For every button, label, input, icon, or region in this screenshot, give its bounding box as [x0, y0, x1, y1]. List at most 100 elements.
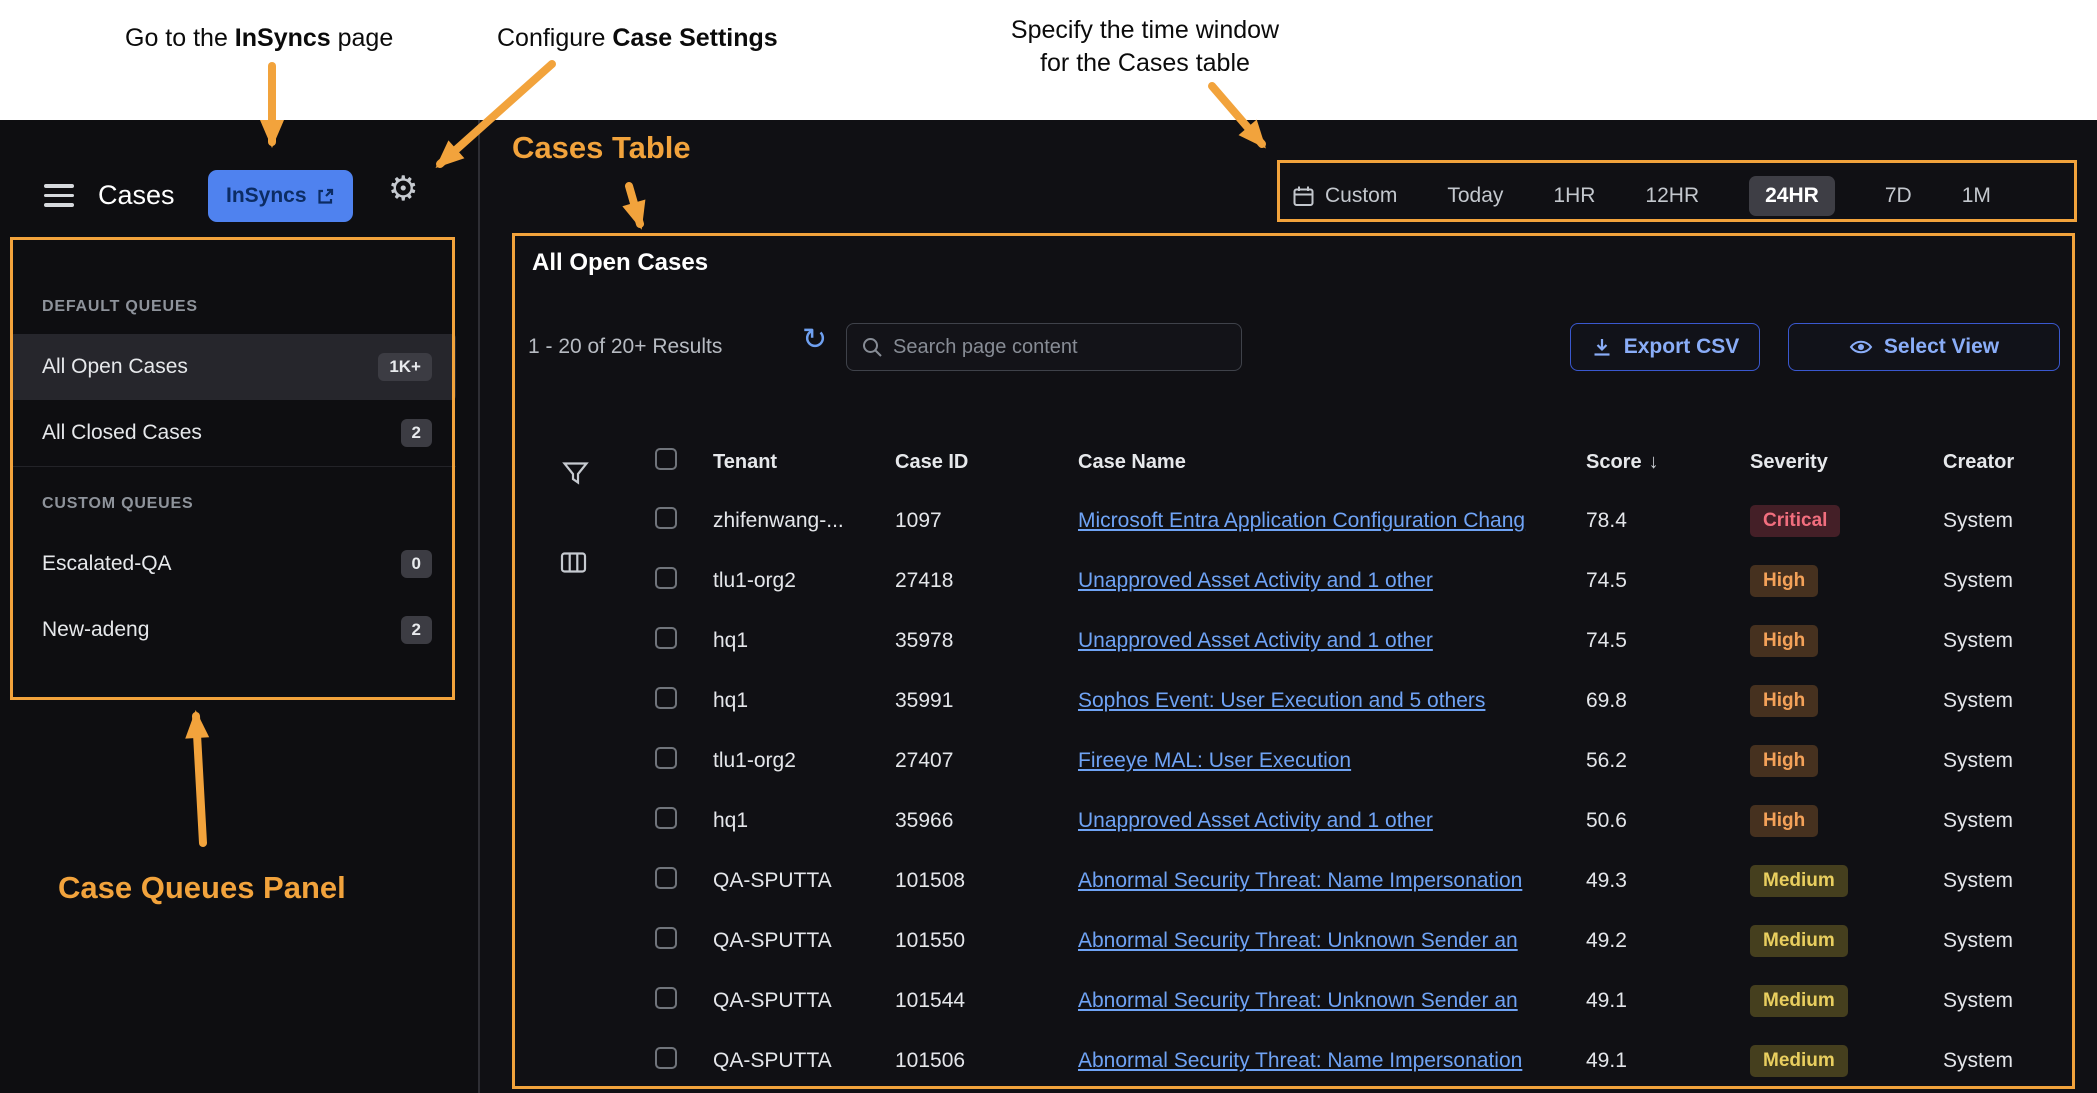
annotation-text-bold: Case Settings [612, 24, 777, 52]
time-option-custom[interactable]: Custom [1292, 184, 1397, 208]
column-header-tenant[interactable]: Tenant [713, 451, 895, 474]
severity-badge: High [1750, 625, 1818, 657]
time-option-1hr[interactable]: 1HR [1553, 184, 1595, 208]
cell-creator: System [1943, 629, 2075, 653]
case-name-link[interactable]: Unapproved Asset Activity and 1 other [1078, 809, 1433, 832]
refresh-icon[interactable]: ↻ [802, 325, 827, 355]
row-checkbox[interactable] [655, 687, 677, 709]
column-header-severity[interactable]: Severity [1750, 451, 1943, 474]
time-option-label: Custom [1325, 184, 1397, 208]
table-row: tlu1-org2 27407 Fireeye MAL: User Execut… [512, 731, 2075, 791]
export-csv-label: Export CSV [1624, 335, 1740, 359]
case-queues-sidebar: Cases InSyncs ⚙ DEFAULT QUEUESAll Open C… [0, 120, 480, 1093]
cell-tenant: tlu1-org2 [713, 749, 895, 773]
time-option-1m[interactable]: 1M [1962, 184, 1991, 208]
table-title: All Open Cases [532, 249, 708, 277]
cell-creator: System [1943, 689, 2075, 713]
row-checkbox[interactable] [655, 567, 677, 589]
time-option-label: 24HR [1765, 184, 1819, 208]
time-option-24hr[interactable]: 24HR [1749, 176, 1835, 216]
queue-item-escalated-qa[interactable]: Escalated-QA0 [10, 531, 456, 597]
queue-item-label: All Closed Cases [42, 421, 401, 445]
search-icon [861, 336, 883, 358]
case-name-link[interactable]: Abnormal Security Threat: Unknown Sender… [1078, 989, 1518, 1012]
annotation-text-bold: InSyncs [235, 24, 331, 52]
case-name-link[interactable]: Unapproved Asset Activity and 1 other [1078, 629, 1433, 652]
annotation-text: for the Cases table [960, 47, 1330, 80]
cell-creator: System [1943, 869, 2075, 893]
column-header-score[interactable]: Score↓ [1586, 451, 1750, 474]
table-header-row: Tenant Case ID Case Name Score↓ Severity… [512, 439, 2075, 485]
queue-count-badge: 0 [401, 550, 432, 578]
queue-item-new-adeng[interactable]: New-adeng2 [10, 597, 456, 663]
cell-case-id: 27418 [895, 569, 1078, 593]
cell-case-id: 35978 [895, 629, 1078, 653]
cell-case-id: 101506 [895, 1049, 1078, 1073]
queue-item-all-closed-cases[interactable]: All Closed Cases2 [10, 400, 456, 466]
table-row: zhifenwang-... 1097 Microsoft Entra Appl… [512, 491, 2075, 551]
results-count: 1 - 20 of 20+ Results [528, 335, 722, 359]
export-csv-button[interactable]: Export CSV [1570, 323, 1760, 371]
case-name-link[interactable]: Abnormal Security Threat: Unknown Sender… [1078, 929, 1518, 952]
row-checkbox[interactable] [655, 867, 677, 889]
cell-case-id: 27407 [895, 749, 1078, 773]
select-view-button[interactable]: Select View [1788, 323, 2060, 371]
table-row: QA-SPUTTA 101506 Abnormal Security Threa… [512, 1031, 2075, 1091]
gear-icon[interactable]: ⚙ [388, 172, 418, 206]
row-checkbox[interactable] [655, 987, 677, 1009]
severity-badge: High [1750, 805, 1818, 837]
column-header-creator[interactable]: Creator [1943, 451, 2075, 474]
calendar-icon [1292, 185, 1315, 208]
cell-tenant: QA-SPUTTA [713, 989, 895, 1013]
column-header-case-id[interactable]: Case ID [895, 451, 1078, 474]
cell-tenant: QA-SPUTTA [713, 1049, 895, 1073]
row-checkbox[interactable] [655, 627, 677, 649]
time-option-label: 1M [1962, 184, 1991, 208]
annotation-time-note: Specify the time window for the Cases ta… [960, 14, 1330, 80]
cell-tenant: hq1 [713, 689, 895, 713]
search-input[interactable] [893, 336, 1227, 359]
cell-score: 78.4 [1586, 509, 1750, 533]
queue-item-all-open-cases[interactable]: All Open Cases1K+ [10, 334, 456, 400]
time-option-label: Today [1447, 184, 1503, 208]
cell-tenant: zhifenwang-... [713, 509, 895, 533]
case-name-link[interactable]: Unapproved Asset Activity and 1 other [1078, 569, 1433, 592]
severity-badge: Critical [1750, 505, 1840, 537]
eye-icon [1849, 338, 1873, 356]
column-header-case-name[interactable]: Case Name [1078, 451, 1586, 474]
annotation-text: Configure [497, 24, 612, 52]
case-name-link[interactable]: Fireeye MAL: User Execution [1078, 749, 1351, 772]
case-name-link[interactable]: Abnormal Security Threat: Name Impersona… [1078, 869, 1522, 892]
score-header-label: Score [1586, 451, 1642, 473]
row-checkbox[interactable] [655, 927, 677, 949]
cell-creator: System [1943, 929, 2075, 953]
insyncs-button[interactable]: InSyncs [208, 170, 353, 222]
row-checkbox[interactable] [655, 507, 677, 529]
annotation-text: Go to the [125, 24, 235, 52]
cell-tenant: tlu1-org2 [713, 569, 895, 593]
cell-tenant: hq1 [713, 629, 895, 653]
cell-score: 49.3 [1586, 869, 1750, 893]
queue-section-heading: DEFAULT QUEUES [10, 270, 456, 334]
cell-score: 69.8 [1586, 689, 1750, 713]
case-name-link[interactable]: Abnormal Security Threat: Name Impersona… [1078, 1049, 1522, 1072]
row-checkbox[interactable] [655, 1047, 677, 1069]
page-title: Cases [98, 180, 175, 211]
severity-badge: Medium [1750, 1045, 1848, 1077]
annotation-text: Specify the time window [960, 14, 1330, 47]
queue-count-badge: 2 [401, 419, 432, 447]
queue-section: CUSTOM QUEUESEscalated-QA0New-adeng2 [10, 467, 456, 663]
select-all-checkbox[interactable] [655, 448, 677, 470]
cell-score: 49.1 [1586, 1049, 1750, 1073]
time-option-7d[interactable]: 7D [1885, 184, 1912, 208]
row-checkbox[interactable] [655, 747, 677, 769]
time-option-12hr[interactable]: 12HR [1645, 184, 1699, 208]
time-option-today[interactable]: Today [1447, 184, 1503, 208]
row-checkbox[interactable] [655, 807, 677, 829]
annotation-text: page [331, 24, 394, 52]
case-name-link[interactable]: Microsoft Entra Application Configuratio… [1078, 509, 1525, 532]
menu-icon[interactable] [44, 184, 74, 208]
case-name-link[interactable]: Sophos Event: User Execution and 5 other… [1078, 689, 1485, 712]
cell-score: 50.6 [1586, 809, 1750, 833]
severity-badge: Medium [1750, 985, 1848, 1017]
